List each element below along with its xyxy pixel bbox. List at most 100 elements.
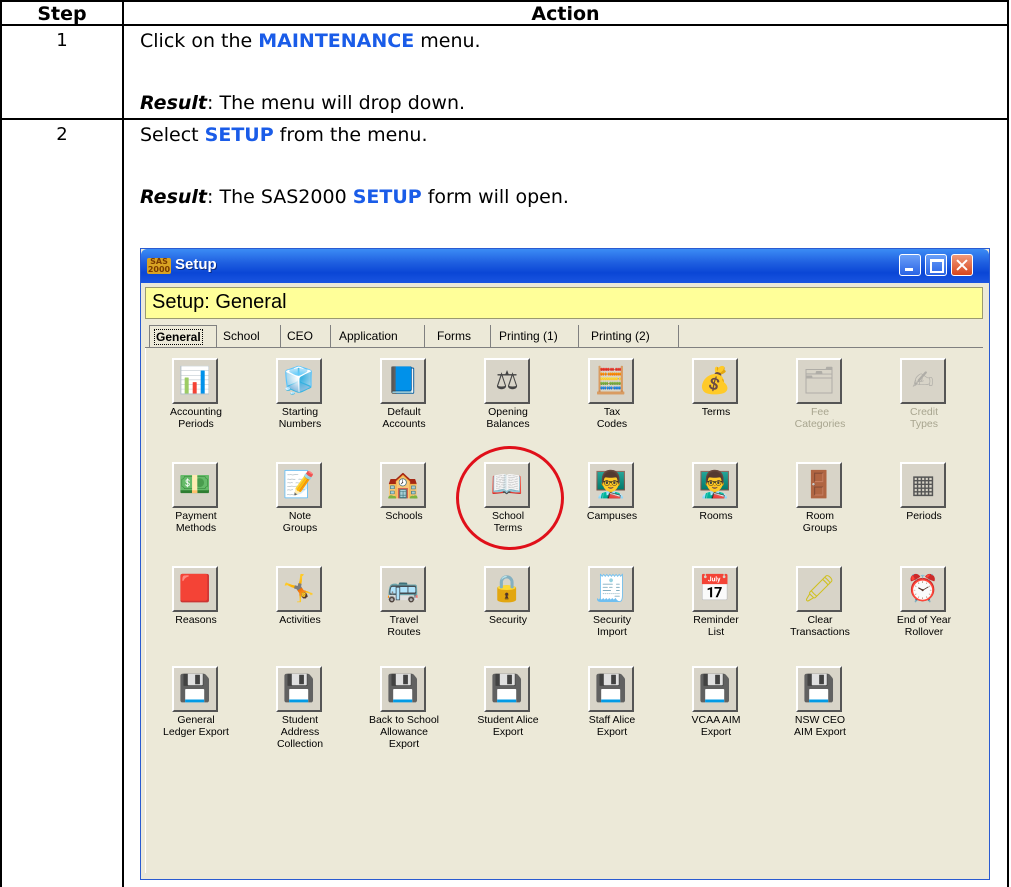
icon-label: Reminder List [693, 614, 739, 638]
blocks-icon: 🧊 [282, 366, 316, 396]
tab-printing-1[interactable]: Printing (1) [495, 325, 579, 347]
icon-label: Tax Codes [596, 406, 628, 430]
minimize-button[interactable] [899, 254, 921, 276]
title-bar[interactable]: SAS 2000 Setup [141, 249, 989, 283]
icon-button[interactable]: 🧊 [276, 358, 322, 404]
icon-button[interactable]: 💵 [172, 462, 218, 508]
setup-icon-terms[interactable]: 💰 Terms [668, 358, 764, 456]
setup-icon-staff-alice-export[interactable]: 💾 Staff Alice Export [564, 666, 660, 764]
setup-icon-default-accounts[interactable]: 📘 Default Accounts [356, 358, 452, 456]
icon-button[interactable]: 🖍 [796, 566, 842, 612]
step-number-1: 1 [56, 30, 68, 51]
setup-icon-activities[interactable]: 🤸 Activities [252, 566, 348, 664]
icon-button[interactable]: 🏫 [380, 462, 426, 508]
icon-button[interactable]: ⚖ [484, 358, 530, 404]
icon-button[interactable]: ⏰ [900, 566, 946, 612]
app-logo: SAS 2000 [147, 257, 171, 274]
close-button[interactable] [951, 254, 973, 276]
tab-general[interactable]: General [149, 325, 217, 347]
setup-icon-accounting-periods[interactable]: 📊 Accounting Periods [148, 358, 244, 456]
icon-label: NSW CEO AIM Export [794, 714, 846, 738]
calculator-icon: 🧮 [594, 366, 628, 396]
icon-label: Opening Balances [486, 406, 530, 430]
icon-label: Back to School Allowance Export [368, 714, 440, 750]
icon-button[interactable]: 📘 [380, 358, 426, 404]
icon-button[interactable]: 💾 [692, 666, 738, 712]
icon-panel: 📊 Accounting Periods 🧊 Starting Numbers 📘 Def… [145, 348, 984, 873]
clock-icon: ⏰ [906, 574, 940, 604]
step-1-instruction: Click on the MAINTENANCE menu. [140, 30, 481, 52]
icon-button[interactable]: 🧮 [588, 358, 634, 404]
tab-application[interactable]: Application [335, 325, 425, 347]
maximize-button[interactable] [925, 254, 947, 276]
setup-icon-student-address-collection[interactable]: 💾 Student Address Collection [252, 666, 348, 764]
setup-icon-nsw-ceo-aim-export[interactable]: 💾 NSW CEO AIM Export [772, 666, 868, 764]
keyword-maintenance: MAINTENANCE [258, 30, 415, 52]
icon-button[interactable]: 🧾 [588, 566, 634, 612]
setup-icon-vcaa-aim-export[interactable]: 💾 VCAA AIM Export [668, 666, 764, 764]
tab-ceo[interactable]: CEO [283, 325, 331, 347]
icon-label: Student Alice Export [477, 714, 539, 738]
floppy-icon: 💾 [698, 674, 732, 704]
icon-button[interactable]: 🤸 [276, 566, 322, 612]
eraser-icon: 🖍 [802, 574, 836, 604]
setup-icon-reminder-list[interactable]: 📅 Reminder List [668, 566, 764, 664]
icon-button[interactable]: 📝 [276, 462, 322, 508]
icon-button: ✍ [900, 358, 946, 404]
tab-printing-2[interactable]: Printing (2) [587, 325, 679, 347]
form-title: Setup: General [152, 291, 287, 313]
folders-icon: 🗂 [802, 366, 836, 396]
icon-label: Travel Routes [387, 614, 421, 638]
icon-button[interactable]: 💾 [276, 666, 322, 712]
stacked-blocks-icon: 🟥 [178, 574, 212, 604]
setup-icon-travel-routes[interactable]: 🚌 Travel Routes [356, 566, 452, 664]
setup-icon-reasons[interactable]: 🟥 Reasons [148, 566, 244, 664]
floppy-icon: 💾 [802, 674, 836, 704]
icon-button[interactable]: 💾 [484, 666, 530, 712]
icon-button[interactable]: 👨‍🏫 [692, 462, 738, 508]
book-icon: 📘 [386, 366, 420, 396]
icon-label: Rooms [699, 510, 733, 522]
icon-button[interactable]: 💰 [692, 358, 738, 404]
icon-button[interactable]: 💾 [588, 666, 634, 712]
icon-label: Accounting Periods [170, 406, 222, 430]
tab-forms[interactable]: Forms [433, 325, 491, 347]
icon-label: Reasons [175, 614, 217, 626]
icon-button[interactable]: 📅 [692, 566, 738, 612]
setup-icon-rooms[interactable]: 👨‍🏫 Rooms [668, 462, 764, 560]
tab-school[interactable]: School [219, 325, 281, 347]
setup-icon-back-to-school-allowance-export[interactable]: 💾 Back to School Allowance Export [356, 666, 452, 764]
setup-icon-opening-balances[interactable]: ⚖ Opening Balances [460, 358, 556, 456]
window-title: Setup [175, 256, 217, 273]
icon-button[interactable]: ▦ [900, 462, 946, 508]
icon-button[interactable]: 👨‍🏫 [588, 462, 634, 508]
setup-icon-payment-methods[interactable]: 💵 Payment Methods [148, 462, 244, 560]
icon-button[interactable]: 💾 [380, 666, 426, 712]
icon-button[interactable]: 🚌 [380, 566, 426, 612]
setup-icon-starting-numbers[interactable]: 🧊 Starting Numbers [252, 358, 348, 456]
icon-button[interactable]: 🚪 [796, 462, 842, 508]
setup-icon-periods[interactable]: ▦ Periods [876, 462, 972, 560]
setup-icon-campuses[interactable]: 👨‍🏫 Campuses [564, 462, 660, 560]
floppy-icon: 💾 [386, 674, 420, 704]
setup-icon-security-import[interactable]: 🧾 Security Import [564, 566, 660, 664]
setup-icon-end-of-year-rollover[interactable]: ⏰ End of Year Rollover [876, 566, 972, 664]
icon-button[interactable]: 🔒 [484, 566, 530, 612]
form-header: Setup: General [145, 287, 983, 319]
figure-icon: 🤸 [282, 574, 316, 604]
setup-icon-security[interactable]: 🔒 Security [460, 566, 556, 664]
calendar-icon: 📅 [698, 574, 732, 604]
step-number-2: 2 [56, 124, 68, 145]
setup-icon-clear-transactions[interactable]: 🖍 Clear Transactions [772, 566, 868, 664]
setup-icon-student-alice-export[interactable]: 💾 Student Alice Export [460, 666, 556, 764]
setup-icon-general-ledger-export[interactable]: 💾 General Ledger Export [148, 666, 244, 764]
icon-button[interactable]: 🟥 [172, 566, 218, 612]
icon-button[interactable]: 💾 [172, 666, 218, 712]
setup-icon-tax-codes[interactable]: 🧮 Tax Codes [564, 358, 660, 456]
setup-icon-schools[interactable]: 🏫 Schools [356, 462, 452, 560]
icon-button[interactable]: 💾 [796, 666, 842, 712]
school-icon: 🏫 [386, 470, 420, 500]
setup-icon-note-groups[interactable]: 📝 Note Groups [252, 462, 348, 560]
icon-button[interactable]: 📊 [172, 358, 218, 404]
setup-icon-room-groups[interactable]: 🚪 Room Groups [772, 462, 868, 560]
